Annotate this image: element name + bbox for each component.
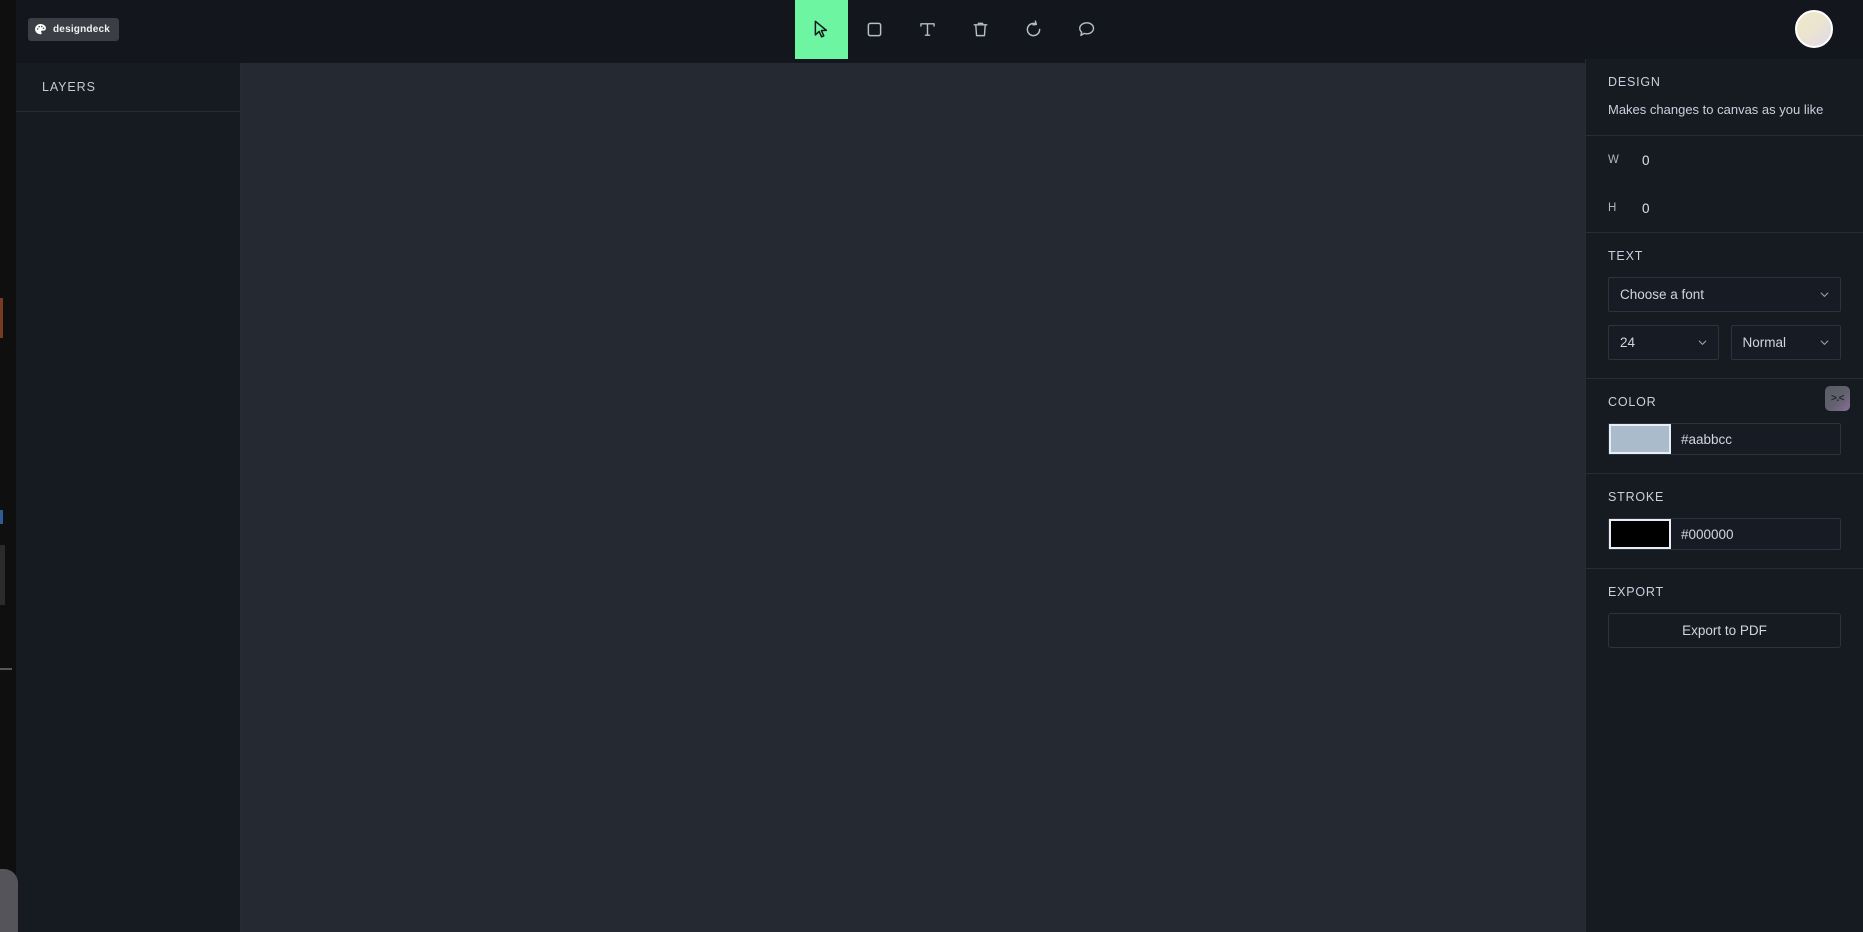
chevron-down-icon — [1820, 339, 1829, 345]
text-options-row: 24 Normal — [1608, 312, 1841, 360]
cursor-face-badge[interactable]: >.< — [1825, 386, 1850, 411]
layers-title: LAYERS — [42, 80, 96, 94]
comment-tool[interactable] — [1060, 0, 1113, 59]
font-family-select[interactable]: Choose a font — [1608, 277, 1841, 312]
edge-sliver-red — [0, 298, 3, 338]
design-canvas[interactable] — [241, 63, 1585, 932]
export-to-pdf-button[interactable]: Export to PDF — [1608, 613, 1841, 648]
color-input-row: #aabbcc — [1608, 423, 1841, 455]
stroke-heading: STROKE — [1608, 490, 1665, 504]
font-size-value: 24 — [1620, 335, 1636, 350]
font-size-select[interactable]: 24 — [1608, 325, 1719, 360]
design-header-section: DESIGN Makes changes to canvas as you li… — [1586, 59, 1863, 136]
width-label: W — [1608, 154, 1620, 166]
stroke-swatch[interactable] — [1609, 519, 1671, 549]
dimensions-section: W 0 H 0 — [1586, 136, 1863, 233]
app-logo[interactable]: designdeck — [28, 18, 120, 41]
layers-header: LAYERS — [16, 63, 240, 112]
text-t-icon — [920, 23, 935, 36]
font-weight-value: Normal — [1742, 335, 1787, 350]
export-section: EXPORT Export to PDF — [1586, 569, 1863, 666]
chevron-down-icon — [1698, 339, 1706, 345]
text-section: TEXT Choose a font 24 Normal — [1586, 233, 1863, 379]
chevron-down-icon — [1820, 291, 1829, 297]
stroke-section: STROKE #000000 — [1586, 474, 1863, 569]
app-root: designdeck LAYERS DESIGN Makes changes t… — [0, 0, 1863, 932]
text-heading: TEXT — [1608, 249, 1644, 263]
stroke-input-row: #000000 — [1608, 518, 1841, 550]
square-icon — [867, 22, 882, 37]
width-row: W 0 — [1608, 136, 1841, 184]
edge-sliver-line — [0, 668, 12, 670]
refresh-icon — [1026, 20, 1041, 37]
export-heading: EXPORT — [1608, 585, 1664, 599]
width-input[interactable]: 0 — [1642, 153, 1732, 168]
color-section: COLOR #aabbcc — [1586, 379, 1863, 474]
reset-tool[interactable] — [1007, 0, 1060, 59]
trash-icon — [973, 22, 988, 37]
edge-sliver-grey — [0, 545, 5, 605]
layers-panel: LAYERS — [15, 63, 241, 932]
edge-sliver-blue — [0, 510, 3, 524]
palette-icon — [35, 24, 46, 35]
rectangle-tool[interactable] — [848, 0, 901, 59]
top-bar: designdeck — [0, 0, 1863, 59]
delete-tool[interactable] — [954, 0, 1007, 59]
color-heading: COLOR — [1608, 395, 1657, 409]
font-family-value: Choose a font — [1620, 287, 1705, 302]
left-edge-strip — [0, 0, 16, 932]
color-hex-input[interactable]: #aabbcc — [1671, 424, 1840, 454]
toolbar — [795, 0, 1113, 59]
height-input[interactable]: 0 — [1642, 201, 1732, 216]
user-avatar[interactable] — [1795, 10, 1833, 48]
height-label: H — [1608, 202, 1617, 214]
select-tool[interactable] — [795, 0, 848, 59]
design-panel: DESIGN Makes changes to canvas as you li… — [1585, 59, 1863, 932]
text-tool[interactable] — [901, 0, 954, 59]
stroke-hex-input[interactable]: #000000 — [1671, 519, 1840, 549]
cursor-icon — [814, 20, 828, 38]
height-row: H 0 — [1608, 184, 1841, 232]
font-weight-select[interactable]: Normal — [1730, 325, 1841, 360]
design-subtitle: Makes changes to canvas as you like — [1608, 102, 1824, 117]
color-swatch[interactable] — [1609, 424, 1671, 454]
comment-icon — [1079, 22, 1095, 37]
design-heading: DESIGN — [1608, 75, 1661, 89]
app-logo-label: designdeck — [53, 23, 111, 35]
edge-rounded-blob — [0, 869, 18, 932]
